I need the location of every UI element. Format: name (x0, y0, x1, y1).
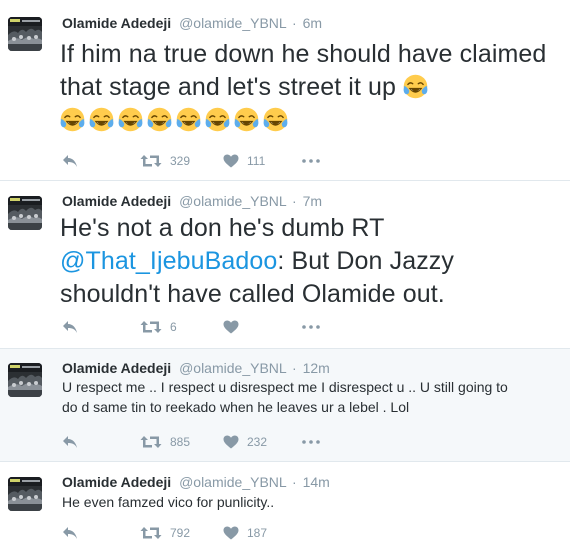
retweet-button[interactable]: 6 (140, 318, 177, 336)
retweet-count: 6 (170, 320, 177, 334)
avatar[interactable] (8, 477, 42, 511)
separator: · (292, 360, 297, 376)
avatar[interactable] (8, 363, 42, 397)
more-button[interactable] (302, 318, 320, 336)
tweet[interactable]: Olamide Adedeji @olamide_YBNL · 7m He's … (0, 181, 570, 349)
tweet-text: U respect me .. I respect u disrespect m… (62, 379, 508, 415)
like-button[interactable]: 232 (223, 433, 267, 451)
retweet-button[interactable]: 885 (140, 433, 190, 451)
author-handle[interactable]: @olamide_YBNL (179, 15, 286, 31)
timestamp[interactable]: 6m (303, 15, 322, 31)
face-with-tears-of-joy-icon (263, 107, 288, 132)
face-with-tears-of-joy-icon (403, 74, 428, 99)
avatar[interactable] (8, 17, 42, 51)
face-with-tears-of-joy-icon (89, 107, 114, 132)
retweet-count: 885 (170, 435, 191, 449)
tweet[interactable]: Olamide Adedeji @olamide_YBNL · 12m U re… (0, 349, 570, 462)
tweet-text: He's not a don he's dumb RT @That_IjebuB… (60, 212, 558, 311)
reply-button[interactable] (62, 524, 78, 542)
author-name[interactable]: Olamide Adedeji (62, 360, 171, 376)
tweet[interactable]: Olamide Adedeji @olamide_YBNL · 14m He e… (0, 462, 570, 542)
author-handle[interactable]: @olamide_YBNL (179, 360, 286, 376)
like-count: 111 (247, 154, 266, 168)
face-with-tears-of-joy-icon (176, 107, 201, 132)
reply-button[interactable] (62, 318, 78, 336)
timestamp[interactable]: 7m (303, 193, 322, 209)
tweet-actions: 885 232 (62, 433, 362, 451)
separator: · (292, 474, 297, 490)
tweet-text-body: If him na true down he should have claim… (60, 40, 547, 101)
author-name[interactable]: Olamide Adedeji (62, 15, 171, 31)
separator: · (292, 193, 297, 209)
tweet-header: Olamide Adedeji @olamide_YBNL · 7m (62, 193, 322, 209)
avatar[interactable] (8, 196, 42, 230)
tweet-header: Olamide Adedeji @olamide_YBNL · 6m (62, 15, 322, 31)
face-with-tears-of-joy-icon (147, 107, 172, 132)
like-button[interactable]: 187 (223, 524, 267, 542)
timestamp[interactable]: 12m (303, 360, 330, 376)
face-with-tears-of-joy-icon (205, 107, 230, 132)
like-count: 232 (247, 435, 268, 449)
more-button[interactable] (302, 152, 320, 170)
tweet[interactable]: Olamide Adedeji @olamide_YBNL · 6m If hi… (0, 0, 570, 181)
tweet-text-pre: He's not a don he's dumb RT (60, 214, 385, 242)
tweet-header: Olamide Adedeji @olamide_YBNL · 14m (62, 474, 330, 490)
retweet-button[interactable]: 329 (140, 152, 190, 170)
tweet-text: If him na true down he should have claim… (60, 38, 558, 137)
author-name[interactable]: Olamide Adedeji (62, 474, 171, 490)
reply-button[interactable] (62, 152, 78, 170)
face-with-tears-of-joy-icon (234, 107, 259, 132)
reply-button[interactable] (62, 433, 78, 451)
retweet-button[interactable]: 792 (140, 524, 190, 542)
retweet-count: 792 (170, 526, 191, 540)
tweet-header: Olamide Adedeji @olamide_YBNL · 12m (62, 360, 330, 376)
face-with-tears-of-joy-icon (60, 107, 85, 132)
timestamp[interactable]: 14m (303, 474, 330, 490)
tweet-actions: 6 (62, 318, 362, 336)
like-button[interactable] (223, 318, 247, 336)
author-name[interactable]: Olamide Adedeji (62, 193, 171, 209)
tweet-actions: 792 187 (62, 524, 362, 542)
tweet-text: He even famzed vico for punlicity.. (62, 494, 275, 510)
face-with-tears-of-joy-icon (118, 107, 143, 132)
separator: · (292, 15, 297, 31)
author-handle[interactable]: @olamide_YBNL (179, 474, 286, 490)
like-button[interactable]: 111 (223, 152, 265, 170)
author-handle[interactable]: @olamide_YBNL (179, 193, 286, 209)
tweet-actions: 329 111 (62, 152, 362, 170)
retweet-count: 329 (170, 154, 191, 168)
more-button[interactable] (302, 433, 320, 451)
like-count: 187 (247, 526, 268, 540)
mention-link[interactable]: @That_IjebuBadoo (60, 247, 277, 275)
